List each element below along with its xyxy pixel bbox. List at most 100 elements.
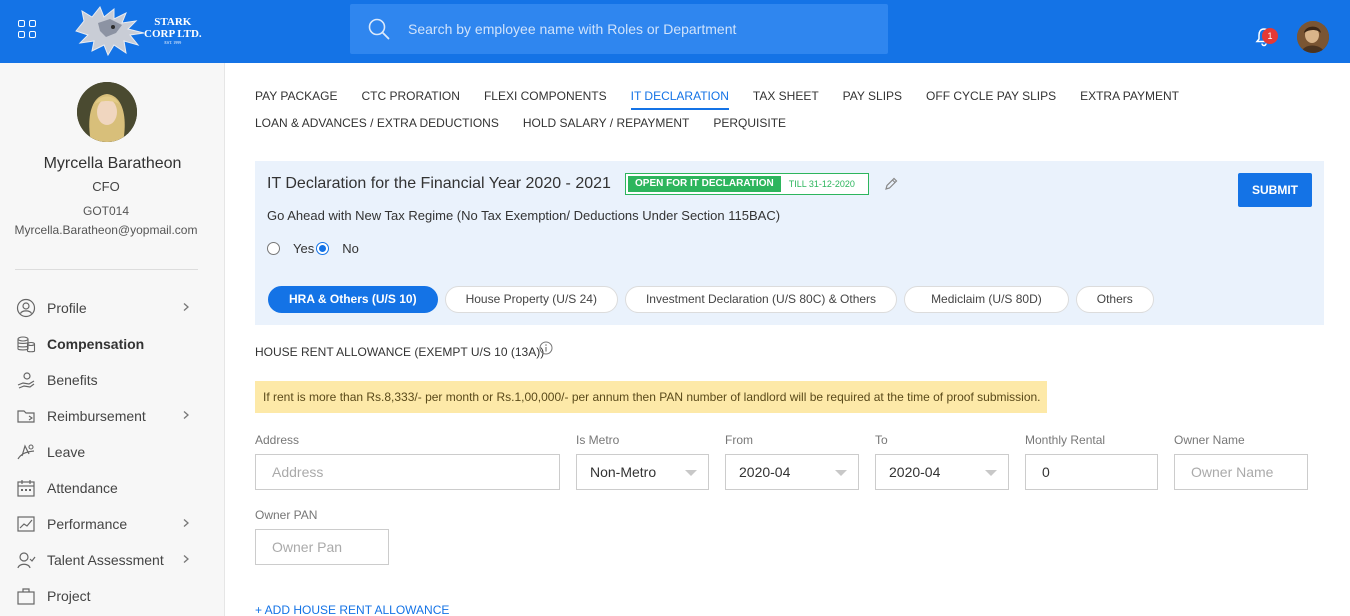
- chevron-right-icon: [183, 411, 189, 419]
- info-icon[interactable]: [539, 341, 553, 355]
- tab-off-cycle-pay-slips[interactable]: OFF CYCLE PAY SLIPS: [926, 86, 1056, 110]
- dropdown-caret-icon: [985, 470, 997, 476]
- sidebar-item-attendance[interactable]: Attendance: [0, 470, 225, 506]
- profile-role: CFO: [92, 179, 120, 194]
- briefcase-icon: [17, 588, 35, 605]
- sidebar-item-label: Reimbursement: [47, 408, 146, 424]
- owner-pan-input[interactable]: [255, 529, 389, 565]
- declaration-section-pills: HRA & Others (U/S 10) House Property (U/…: [268, 286, 1161, 313]
- monthly-rental-input[interactable]: [1025, 454, 1158, 490]
- submit-button[interactable]: SUBMIT: [1238, 173, 1312, 207]
- search-bar[interactable]: [350, 4, 888, 54]
- profile-name: Myrcella Baratheon: [43, 155, 182, 172]
- sidebar-item-performance[interactable]: Performance: [0, 506, 225, 542]
- monthly-rental-label: Monthly Rental: [1025, 433, 1106, 447]
- logo-text: STARK CORP LTD. EST. 1999: [144, 16, 202, 46]
- logo-line2: CORP LTD.: [144, 28, 202, 40]
- chevron-right-icon: [183, 519, 189, 527]
- profile-photo: [77, 82, 137, 142]
- regime-yes-label: Yes: [293, 241, 315, 256]
- wolf-sigil-icon: [75, 6, 145, 57]
- status-label: OPEN FOR IT DECLARATION: [628, 176, 781, 192]
- calendar-icon: [17, 480, 35, 497]
- tab-it-declaration[interactable]: IT DECLARATION: [630, 86, 729, 110]
- tab-loan-advances[interactable]: LOAN & ADVANCES / EXTRA DEDUCTIONS: [255, 113, 499, 137]
- top-bar: STARK CORP LTD. EST. 1999 1: [0, 0, 1350, 63]
- to-select[interactable]: 2020-04: [875, 454, 1009, 490]
- is-metro-select[interactable]: Non-Metro: [576, 454, 709, 490]
- dropdown-caret-icon: [685, 470, 697, 476]
- dropdown-caret-icon: [835, 470, 847, 476]
- sidebar-nav: Profile Compensation Benefits Reimbursem…: [0, 290, 225, 614]
- tab-pay-slips[interactable]: PAY SLIPS: [843, 86, 902, 110]
- sidebar-item-reimbursement[interactable]: Reimbursement: [0, 398, 225, 434]
- sidebar-item-label: Project: [47, 588, 91, 604]
- regime-no-radio[interactable]: [316, 242, 330, 255]
- chart-icon: [17, 516, 35, 532]
- logo-est: EST. 1999: [164, 40, 182, 45]
- tab-ctc-proration[interactable]: CTC PRORATION: [361, 86, 459, 110]
- profile-employee-code: GOT014: [82, 204, 130, 218]
- address-input[interactable]: [255, 454, 560, 490]
- folder-icon: [17, 410, 35, 423]
- chevron-right-icon: [183, 555, 189, 563]
- tax-regime-radio-group: Yes No: [267, 241, 359, 256]
- tab-pay-package[interactable]: PAY PACKAGE: [255, 86, 337, 110]
- assessment-icon: [17, 552, 36, 569]
- tabs-row-1: PAY PACKAGE CTC PRORATION FLEXI COMPONEN…: [255, 86, 1255, 113]
- add-house-rent-allowance-link[interactable]: + ADD HOUSE RENT ALLOWANCE: [255, 603, 449, 616]
- notification-badge: 1: [1262, 28, 1278, 44]
- user-avatar[interactable]: [1297, 21, 1329, 53]
- tabs-row-2: LOAN & ADVANCES / EXTRA DEDUCTIONS HOLD …: [255, 113, 1255, 140]
- sidebar-item-talent-assessment[interactable]: Talent Assessment: [0, 542, 225, 578]
- pill-mediclaim[interactable]: Mediclaim (U/S 80D): [904, 286, 1069, 313]
- tab-perquisite[interactable]: PERQUISITE: [713, 113, 786, 137]
- sidebar-item-label: Talent Assessment: [47, 552, 164, 568]
- sidebar-item-profile[interactable]: Profile: [0, 290, 225, 326]
- search-input[interactable]: [408, 21, 878, 37]
- sidebar-item-label: Performance: [47, 516, 128, 532]
- sidebar-item-project[interactable]: Project: [0, 578, 225, 614]
- compensation-tabs: PAY PACKAGE CTC PRORATION FLEXI COMPONEN…: [255, 86, 1255, 140]
- to-label: To: [875, 433, 888, 447]
- logo-line1: STARK: [154, 16, 192, 28]
- from-value: 2020-04: [739, 464, 791, 480]
- coins-icon: [17, 336, 36, 353]
- tax-regime-question: Go Ahead with New Tax Regime (No Tax Exe…: [267, 208, 781, 223]
- benefits-icon: [17, 372, 35, 389]
- hra-section-title: HOUSE RENT ALLOWANCE (EXEMPT U/S 10 (13A…: [255, 345, 545, 359]
- owner-name-label: Owner Name: [1174, 433, 1245, 447]
- regime-yes-radio[interactable]: [267, 242, 280, 255]
- pan-notice-banner: If rent is more than Rs.8,333/- per mont…: [255, 381, 1047, 413]
- search-icon: [368, 18, 390, 40]
- tab-extra-payment[interactable]: EXTRA PAYMENT: [1080, 86, 1179, 110]
- leave-icon: [17, 444, 35, 460]
- tab-hold-salary[interactable]: HOLD SALARY / REPAYMENT: [523, 113, 690, 137]
- pill-hra-others[interactable]: HRA & Others (U/S 10): [268, 286, 438, 313]
- owner-name-input[interactable]: [1174, 454, 1308, 490]
- pill-others[interactable]: Others: [1075, 286, 1154, 313]
- sidebar-item-leave[interactable]: Leave: [0, 434, 225, 470]
- is-metro-value: Non-Metro: [590, 464, 657, 480]
- it-declaration-panel: IT Declaration for the Financial Year 20…: [255, 161, 1324, 325]
- sidebar-item-label: Benefits: [47, 372, 98, 388]
- tab-tax-sheet[interactable]: TAX SHEET: [753, 86, 819, 110]
- user-icon: [16, 298, 36, 318]
- apps-grid-icon[interactable]: [18, 20, 36, 38]
- declaration-status-badge: OPEN FOR IT DECLARATION TILL 31-12-2020: [625, 173, 869, 195]
- sidebar-item-compensation[interactable]: Compensation: [0, 326, 225, 362]
- owner-pan-label: Owner PAN: [255, 508, 318, 522]
- status-deadline: TILL 31-12-2020: [788, 179, 855, 189]
- tab-flexi-components[interactable]: FLEXI COMPONENTS: [484, 86, 607, 110]
- declaration-title: IT Declaration for the Financial Year 20…: [267, 175, 611, 192]
- from-select[interactable]: 2020-04: [725, 454, 859, 490]
- company-logo[interactable]: STARK CORP LTD. EST. 1999: [70, 2, 220, 60]
- sidebar-item-label: Compensation: [47, 336, 145, 352]
- sidebar-item-benefits[interactable]: Benefits: [0, 362, 225, 398]
- is-metro-label: Is Metro: [576, 433, 620, 447]
- pill-investment-declaration[interactable]: Investment Declaration (U/S 80C) & Other…: [624, 286, 898, 313]
- sidebar: Myrcella Baratheon CFO GOT014 Myrcella.B…: [0, 63, 225, 616]
- pencil-icon[interactable]: [883, 176, 899, 192]
- pill-house-property[interactable]: House Property (U/S 24): [444, 286, 618, 313]
- to-value: 2020-04: [889, 464, 941, 480]
